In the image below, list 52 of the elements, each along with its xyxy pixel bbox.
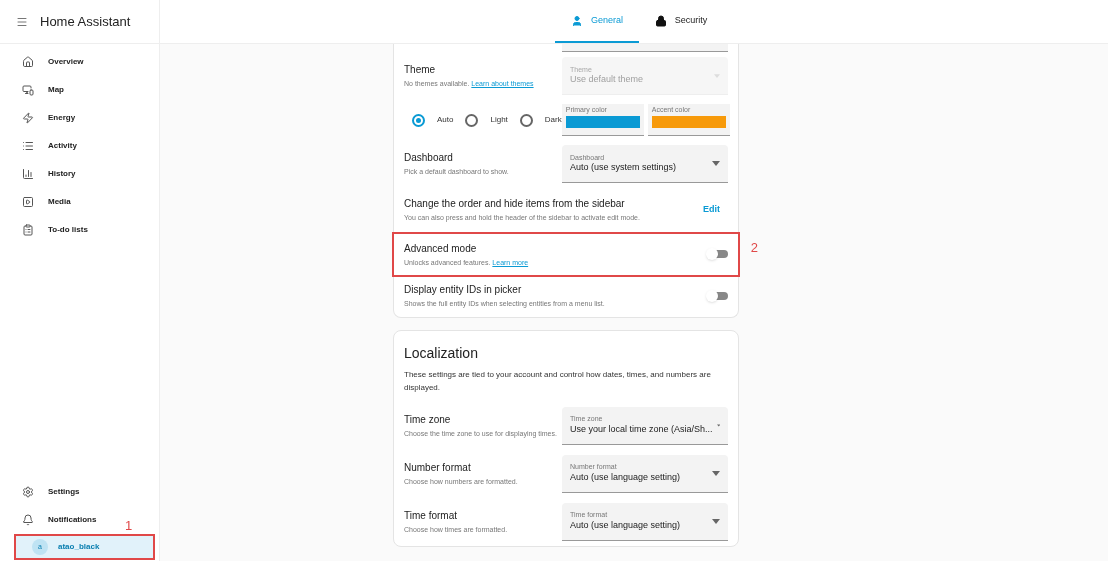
tab[interactable]: Security [639,0,723,43]
radio-label: Light [490,114,508,126]
sidebar-item[interactable]: Activity [4,132,155,160]
bell-icon [22,514,34,526]
setting-title: Advanced mode [404,241,478,256]
field-value: Auto (use system settings) [570,162,677,174]
card-description: These settings are tied to your account and control how dates, times, and numbers are displayed. [404,368,712,394]
setting-title: Change the order and hide items from the sidebar [404,197,626,211]
setting-title: Number format [404,460,472,475]
dropdown-caret-icon [712,161,720,166]
sidebar-item[interactable]: Notifications [4,506,116,534]
monitor-icon [22,84,34,96]
sidebar-item[interactable]: Energy [4,104,155,132]
dropdown-caret-icon [714,73,720,78]
clipboard-icon [22,224,34,236]
setting-title: Dashboard [404,151,454,166]
annotation-number: 2 [750,238,758,257]
sidebar-item[interactable]: To-do lists [4,216,155,244]
person-icon [571,14,583,27]
bar-chart-icon [22,168,34,180]
field-value: Use your local time zone (Asia/Sh... [570,423,713,435]
list-icon [22,140,34,152]
home-icon [22,56,34,68]
setting-title: Theme [404,63,437,78]
radio-label: Auto [437,114,454,126]
setting-title: Display entity IDs in picker [404,283,523,297]
lightning-icon [22,112,34,124]
radio-label: Dark [544,114,562,126]
sidebar-item[interactable]: Overview [4,48,155,76]
dropdown-caret-icon [712,470,720,476]
card-title: Localization [404,343,479,363]
field-value: Auto (use language setting) [570,519,681,531]
setting-title: Time format [404,508,458,523]
annotation-number: 1 [125,517,133,535]
radio-button[interactable] [412,113,425,127]
sidebar-item[interactable]: Media [4,188,155,216]
menu-icon[interactable] [16,15,28,28]
dropdown-caret-icon [712,518,720,524]
toggle-switch[interactable] [706,289,728,302]
field-value: Auto (use language setting) [570,471,681,483]
field-value: Use default theme [570,74,644,86]
radio-button[interactable] [465,113,479,127]
sidebar-item[interactable]: Map [4,76,155,104]
app-title: Home Assistant [40,12,131,31]
select-field[interactable] [562,44,728,52]
sidebar-item[interactable]: Settings [4,478,116,506]
settings-icon [22,486,34,498]
radio-button[interactable] [519,113,533,127]
toggle-switch[interactable] [706,248,728,261]
sidebar-item[interactable]: History [4,160,155,188]
setting-title: Time zone [404,412,452,427]
play-icon [22,196,34,208]
